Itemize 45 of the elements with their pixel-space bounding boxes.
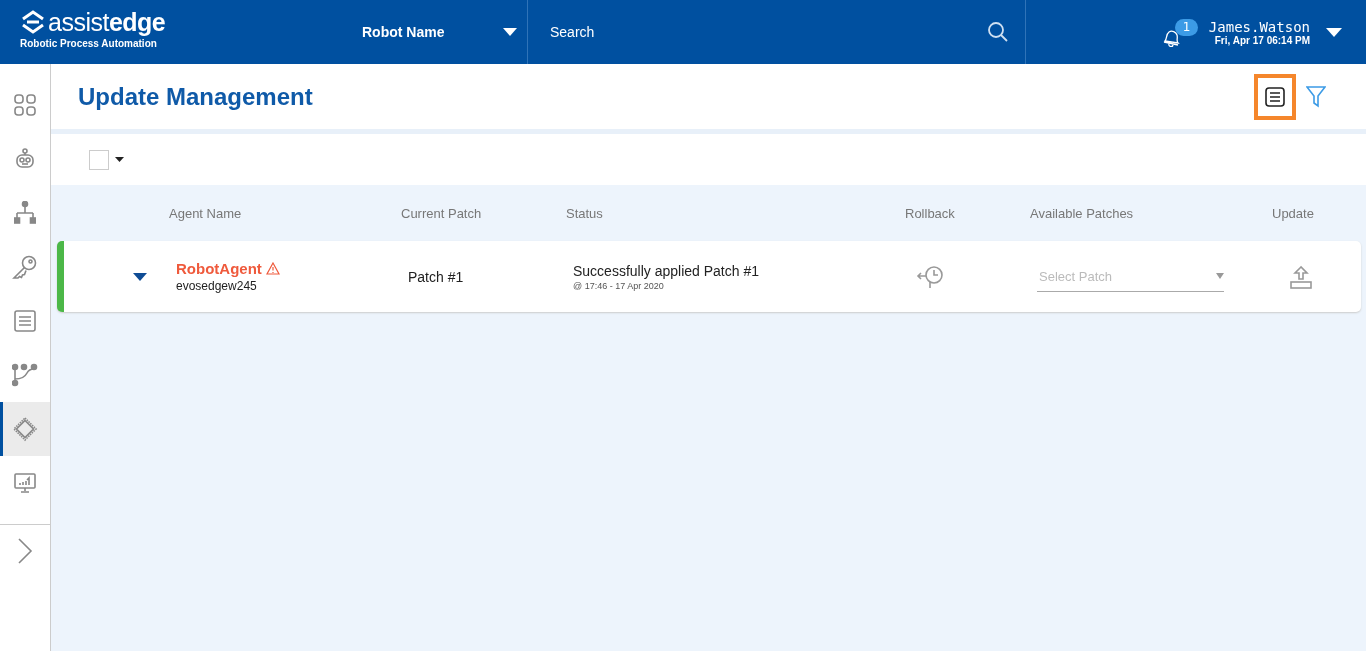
filter-icon: [1306, 85, 1326, 108]
current-patch: Patch #1: [408, 268, 465, 285]
user-name: James.Watson: [1208, 18, 1310, 35]
column-header: Available Patches: [1030, 205, 1135, 221]
column-header: Rollback: [905, 205, 956, 221]
column-header: Current Patch: [401, 205, 483, 221]
hierarchy-icon: [14, 201, 36, 225]
list-icon: [1265, 86, 1285, 107]
status-text: Successfully applied Patch #1: [573, 262, 760, 279]
list-icon: [13, 309, 37, 333]
upload-icon: [1289, 264, 1313, 289]
rollback-button[interactable]: [916, 264, 946, 289]
logo-mark-icon: [20, 9, 46, 35]
caret-icon: [1216, 273, 1224, 279]
filter-button[interactable]: [1306, 85, 1326, 108]
expand-caret-icon[interactable]: [133, 272, 147, 281]
page-title: Update Management: [78, 82, 314, 111]
chevron-right-icon[interactable]: [17, 537, 33, 564]
status-time: @ 17:46 - 17 Apr 2020: [573, 280, 665, 291]
date-time: Fri, Apr 17 06:14 PM: [1214, 34, 1310, 46]
robot-icon: [13, 148, 37, 170]
agent-host: evosedgew245: [176, 279, 258, 293]
monitor-chart-icon: [13, 472, 37, 494]
select-all-checkbox[interactable]: [89, 149, 109, 170]
search-field[interactable]: Search: [548, 23, 987, 41]
grid-icon: [13, 93, 37, 117]
logo-text: assistedge: [48, 8, 166, 36]
branch-icon: [12, 363, 38, 387]
column-header: Status: [566, 205, 604, 221]
key-icon: [12, 254, 38, 280]
list-view-button[interactable]: [1254, 73, 1296, 120]
column-header: Agent Name: [169, 205, 243, 221]
caret-icon: [503, 28, 517, 36]
agent-name[interactable]: RobotAgent: [176, 260, 262, 277]
notification-count: 1: [1174, 19, 1199, 36]
search-icon: [987, 21, 1009, 43]
sidebar-item[interactable]: [0, 402, 50, 456]
chip-icon: [12, 416, 38, 442]
notification-button[interactable]: 1: [1160, 17, 1197, 47]
caret-icon[interactable]: [115, 157, 124, 162]
update-button[interactable]: [1289, 264, 1313, 289]
column-header: Update: [1272, 205, 1315, 221]
rollback-clock-icon: [916, 264, 946, 289]
logo-tagline: Robotic Process Automation: [20, 38, 158, 49]
user-menu-caret-icon[interactable]: [1326, 27, 1342, 37]
